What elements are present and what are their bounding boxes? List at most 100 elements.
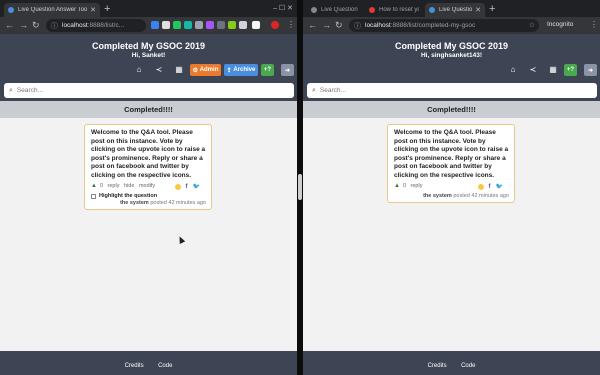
new-question-button[interactable]: +? — [564, 64, 577, 76]
extension-icon[interactable] — [195, 21, 203, 29]
logout-button[interactable]: ➜ — [584, 64, 597, 76]
tab-live-question-tool-active[interactable]: Live Question Answer Too ✕ — [425, 3, 485, 17]
vote-count: 0 — [99, 183, 104, 189]
posted-time: posted 42 minutes ago — [150, 200, 206, 206]
hide-link[interactable]: hide — [124, 183, 134, 189]
logout-button[interactable]: ➜ — [281, 64, 294, 76]
tab-strip: Live Question Answer Tool ✕ + – ☐ ✕ — [0, 0, 297, 17]
admin-button[interactable]: ⚙ Admin — [190, 64, 221, 76]
author: the system — [120, 200, 149, 206]
highlight-label: Highlight the question — [99, 193, 158, 199]
favicon-icon — [311, 7, 317, 13]
address-bar[interactable]: ⓘ localhost:8888/list/completed-my-gsoc … — [349, 19, 539, 32]
emoji-icon[interactable] — [174, 183, 181, 190]
logout-icon: ➜ — [587, 67, 594, 74]
emoji-icon[interactable] — [477, 183, 484, 190]
browser-window-right: Live Question Answer Too How to reset yo… — [303, 0, 600, 375]
info-icon: ⓘ — [51, 22, 58, 30]
search-box[interactable]: ⌕ — [4, 83, 294, 98]
modify-link[interactable]: modify — [139, 183, 155, 189]
question-card: Welcome to the Q&A tool. Please post on … — [387, 124, 515, 203]
search-input[interactable] — [16, 87, 277, 94]
back-icon[interactable]: ← — [5, 20, 14, 30]
share-icon[interactable]: ≺ — [154, 65, 164, 75]
extension-icon[interactable] — [252, 21, 260, 29]
upvote-icon[interactable]: ▲ — [91, 183, 97, 189]
back-icon[interactable]: ← — [308, 20, 317, 30]
tab-live-question-tool[interactable]: Live Question Answer Tool ✕ — [4, 3, 100, 17]
extension-icon[interactable] — [151, 21, 159, 29]
section-title: Completed!!!! — [0, 101, 297, 118]
highlight-option[interactable]: Highlight the question — [91, 193, 206, 199]
credits-link[interactable]: Credits — [125, 363, 144, 369]
question-text: Welcome to the Q&A tool. Please post on … — [91, 129, 206, 179]
page-header: Completed My GSOC 2019 Hi, singhsanket14… — [303, 34, 600, 81]
forward-icon[interactable]: → — [19, 20, 28, 30]
tab-strip: Live Question Answer Too How to reset yo… — [303, 0, 600, 17]
extension-icon[interactable] — [162, 21, 170, 29]
upvote-icon[interactable]: ▲ — [394, 183, 400, 189]
logout-icon: ➜ — [284, 67, 291, 74]
greeting: Hi, Sanket! — [131, 52, 166, 59]
window-controls-icon[interactable]: – ☐ ✕ — [273, 4, 293, 12]
profile-avatar[interactable] — [271, 21, 279, 29]
reply-link[interactable]: reply — [411, 183, 423, 189]
share-icon[interactable]: ≺ — [528, 65, 538, 75]
code-link[interactable]: Code — [461, 363, 475, 369]
address-bar[interactable]: ⓘ localhost:8888/list/c... — [46, 19, 146, 32]
search-box[interactable]: ⌕ — [307, 83, 597, 98]
tab-title: Live Question Answer Tool — [18, 7, 88, 13]
qrcode-icon[interactable]: ▦ — [174, 65, 184, 75]
browser-window-left: Live Question Answer Tool ✕ + – ☐ ✕ ← → … — [0, 0, 297, 375]
close-tab-icon[interactable]: ✕ — [475, 6, 481, 14]
qrcode-icon[interactable]: ▦ — [548, 65, 558, 75]
question-card: Welcome to the Q&A tool. Please post on … — [84, 124, 212, 210]
favicon-icon — [8, 7, 14, 13]
menu-dots-icon[interactable]: ⋮ — [287, 20, 295, 29]
extension-icon[interactable] — [173, 21, 181, 29]
share-actions: f 🐦 — [174, 183, 203, 190]
url-path: :8888/list/c... — [87, 22, 125, 29]
admin-label: Admin — [199, 67, 219, 73]
resize-handle[interactable] — [298, 174, 302, 200]
info-icon: ⓘ — [354, 22, 361, 30]
extension-icon[interactable] — [217, 21, 225, 29]
tab-title: Live Question Answer Too — [321, 7, 359, 13]
reply-link[interactable]: reply — [108, 183, 120, 189]
twitter-icon[interactable]: 🐦 — [193, 184, 200, 190]
extension-icon[interactable] — [206, 21, 214, 29]
home-icon[interactable]: ⌂ — [508, 65, 518, 75]
page-header: Completed My GSOC 2019 Hi, Sanket! ⌂ ≺ ▦… — [0, 34, 297, 81]
extension-icon[interactable] — [228, 21, 236, 29]
close-tab-icon[interactable]: ✕ — [90, 6, 96, 14]
search-input[interactable] — [319, 87, 580, 94]
new-question-button[interactable]: +? — [261, 64, 274, 76]
twitter-icon[interactable]: 🐦 — [496, 184, 503, 190]
author: the system — [423, 193, 452, 199]
reload-icon[interactable]: ↻ — [32, 20, 40, 30]
page-title: Completed My GSOC 2019 — [91, 41, 206, 51]
new-tab-button[interactable]: + — [489, 3, 495, 15]
forward-icon[interactable]: → — [322, 20, 331, 30]
tab-reset-password[interactable]: How to reset your passw... — [365, 3, 423, 17]
reload-icon[interactable]: ↻ — [335, 20, 343, 30]
credits-link[interactable]: Credits — [428, 363, 447, 369]
vote-count: 0 — [402, 183, 407, 189]
facebook-icon[interactable]: f — [489, 184, 491, 190]
facebook-icon[interactable]: f — [186, 184, 188, 190]
new-tab-button[interactable]: + — [104, 3, 110, 15]
bookmark-star-icon[interactable]: ☆ — [529, 21, 535, 29]
archive-button[interactable]: ⇪ Archive — [224, 64, 258, 76]
new-question-label: +? — [263, 67, 272, 73]
code-link[interactable]: Code — [158, 363, 172, 369]
url-host: localhost — [365, 22, 391, 29]
home-icon[interactable]: ⌂ — [134, 65, 144, 75]
tab-live-question-tool[interactable]: Live Question Answer Too — [307, 3, 363, 17]
browser-toolbar: ← → ↻ ⓘ localhost:8888/list/c... ⋮ — [0, 17, 297, 34]
extension-icon[interactable] — [184, 21, 192, 29]
page-footer: Credits Code — [303, 351, 600, 375]
menu-dots-icon[interactable]: ⋮ — [590, 20, 598, 29]
favicon-icon — [429, 7, 435, 13]
highlight-checkbox[interactable] — [91, 193, 96, 199]
extension-icon[interactable] — [239, 21, 247, 29]
